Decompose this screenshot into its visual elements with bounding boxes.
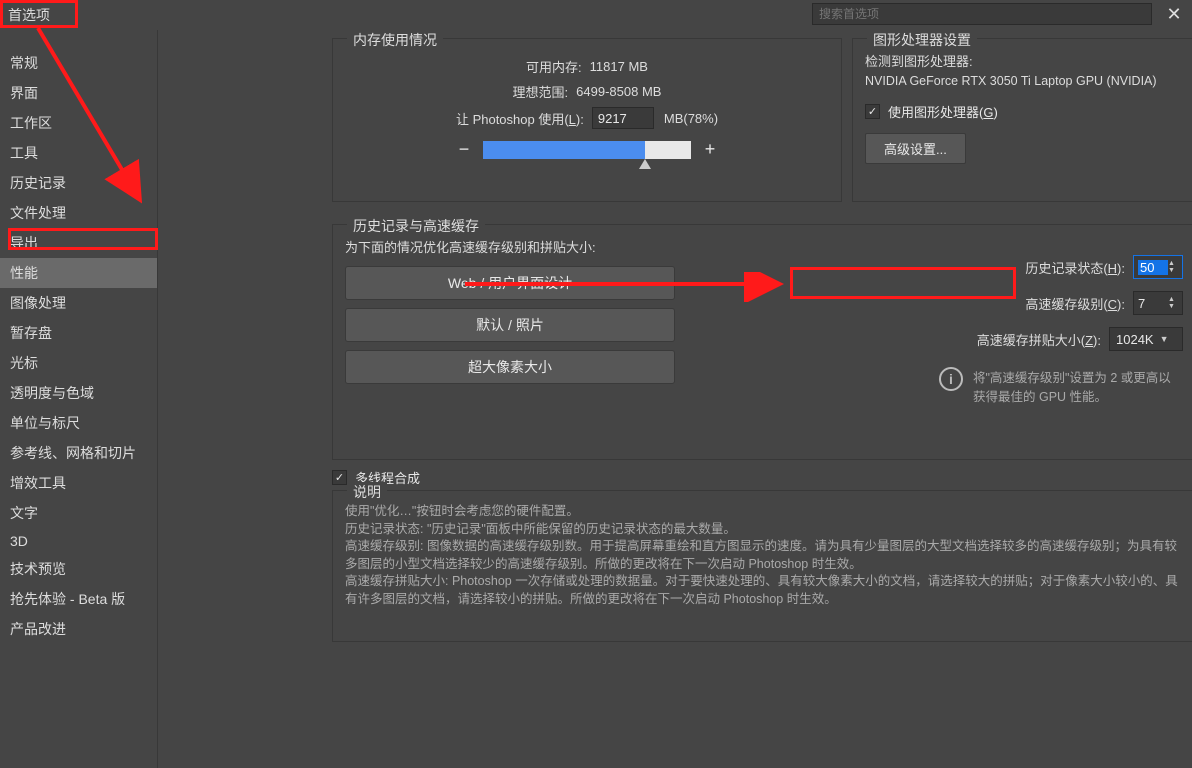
ideal-value: 6499-8508 MB: [576, 84, 661, 99]
desc-line2: 历史记录状态: "历史记录"面板中所能保留的历史记录状态的最大数量。: [345, 521, 1183, 539]
use-gpu-checkbox[interactable]: [865, 104, 880, 119]
history-states-label: 历史记录状态(H):: [1025, 258, 1125, 277]
sidebar-item[interactable]: 抢先体验 - Beta 版: [0, 584, 157, 614]
cache-tile-dropdown[interactable]: 1024K ▼: [1109, 327, 1183, 351]
chevron-up-icon[interactable]: ▲: [1168, 260, 1178, 267]
annotation-box: [790, 267, 1016, 299]
description-title: 说明: [347, 482, 387, 502]
optimize-label: 为下面的情况优化高速缓存级别和拼贴大小:: [345, 237, 715, 256]
memory-unit: MB(78%): [664, 111, 718, 126]
desc-line3: 高速缓存级别: 图像数据的高速缓存级别数。用于提高屏幕重绘和直方图显示的速度。请…: [345, 538, 1183, 573]
sidebar-item[interactable]: 增效工具: [0, 468, 157, 498]
ideal-label: 理想范围:: [513, 82, 569, 101]
arrow-annotation-icon: [460, 272, 800, 302]
desc-line1: 使用"优化…"按钮时会考虑您的硬件配置。: [345, 503, 1183, 521]
sidebar-item[interactable]: 暂存盘: [0, 318, 157, 348]
gpu-title: 图形处理器设置: [867, 30, 977, 50]
cache-tip: 将"高速缓存级别"设置为 2 或更高以获得最佳的 GPU 性能。: [973, 367, 1183, 405]
let-use-label: 让 Photoshop 使用(L):: [456, 109, 584, 128]
annotation-box: [8, 228, 158, 250]
search-input[interactable]: [812, 3, 1152, 25]
sidebar-item[interactable]: 光标: [0, 348, 157, 378]
desc-line4: 高速缓存拼贴大小: Photoshop 一次存储或处理的数据量。对于要快速处理的…: [345, 573, 1183, 608]
cache-level-input[interactable]: 7 ▲▼: [1133, 291, 1183, 315]
history-title: 历史记录与高速缓存: [347, 216, 485, 236]
memory-usage-group: 内存使用情况 可用内存: 11817 MB 理想范围: 6499-8508 MB…: [332, 38, 842, 202]
detected-value: NVIDIA GeForce RTX 3050 Ti Laptop GPU (N…: [865, 74, 1183, 88]
sidebar-item[interactable]: 参考线、网格和切片: [0, 438, 157, 468]
info-icon: i: [939, 367, 963, 391]
gpu-settings-group: 图形处理器设置 检测到图形处理器: NVIDIA GeForce RTX 305…: [852, 38, 1192, 202]
close-icon[interactable]: ✕: [1164, 4, 1184, 24]
available-value: 11817 MB: [590, 59, 648, 74]
sidebar-item[interactable]: 技术预览: [0, 554, 157, 584]
memory-slider[interactable]: [483, 141, 691, 159]
sidebar-item[interactable]: 文字: [0, 498, 157, 528]
sidebar-item[interactable]: 单位与标尺: [0, 408, 157, 438]
history-states-input[interactable]: 50 ▲▼: [1133, 255, 1183, 279]
cache-level-label: 高速缓存级别(C):: [1025, 294, 1125, 313]
slider-thumb-icon[interactable]: [639, 159, 651, 169]
sidebar-item[interactable]: 3D: [0, 528, 157, 554]
sidebar-item[interactable]: 图像处理: [0, 288, 157, 318]
use-gpu-label: 使用图形处理器(G): [888, 102, 998, 121]
available-label: 可用内存:: [526, 57, 582, 76]
chevron-down-icon[interactable]: ▼: [1168, 303, 1178, 310]
sidebar-item[interactable]: 性能: [0, 258, 157, 288]
sidebar-item[interactable]: 透明度与色域: [0, 378, 157, 408]
minus-icon[interactable]: −: [455, 139, 473, 160]
memory-input[interactable]: [592, 107, 654, 129]
plus-icon[interactable]: +: [701, 139, 719, 160]
description-group: 说明 使用"优化…"按钮时会考虑您的硬件配置。 历史记录状态: "历史记录"面板…: [332, 490, 1192, 642]
sidebar-item[interactable]: 产品改进: [0, 614, 157, 644]
chevron-down-icon[interactable]: ▼: [1168, 267, 1178, 274]
memory-title: 内存使用情况: [347, 30, 443, 50]
preset-huge-button[interactable]: 超大像素大小: [345, 350, 675, 384]
advanced-settings-button[interactable]: 高级设置...: [865, 133, 966, 164]
multithread-checkbox[interactable]: [332, 470, 347, 485]
detected-label: 检测到图形处理器:: [865, 51, 1183, 70]
arrow-annotation-icon: [20, 20, 170, 230]
chevron-down-icon[interactable]: ▼: [1160, 334, 1169, 344]
preset-default-button[interactable]: 默认 / 照片: [345, 308, 675, 342]
chevron-up-icon[interactable]: ▲: [1168, 296, 1178, 303]
cache-tile-label: 高速缓存拼贴大小(Z):: [977, 330, 1101, 349]
history-cache-group: 历史记录与高速缓存 为下面的情况优化高速缓存级别和拼贴大小: Web / 用户界…: [332, 224, 1192, 460]
